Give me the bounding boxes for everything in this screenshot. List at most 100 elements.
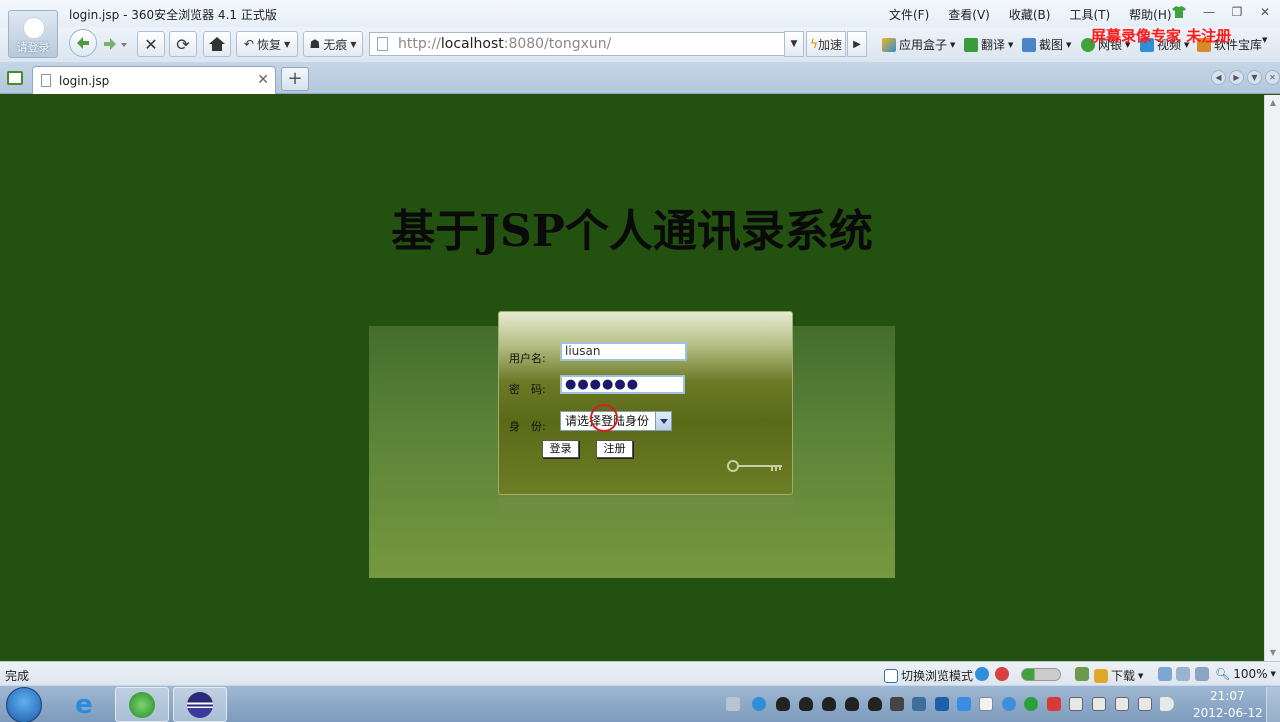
screenshot-icon (1022, 37, 1036, 52)
tray-app-icon[interactable] (1047, 697, 1061, 711)
taskbar-internet-explorer[interactable]: e (57, 687, 111, 722)
app-box-label: 应用盒子 (899, 38, 948, 52)
refresh-icon: ⟳ (176, 34, 190, 54)
scroll-up-icon[interactable]: ▲ (1265, 95, 1280, 111)
tools-icon[interactable] (1158, 667, 1172, 681)
tab-list-icon[interactable]: ▼ (1247, 70, 1262, 85)
page-info-icon[interactable] (1075, 667, 1089, 681)
address-dropdown-button[interactable]: ▼ (784, 31, 804, 57)
refresh-button[interactable]: ⟳ (169, 31, 197, 57)
translate-button[interactable]: 翻译 ▼ (964, 36, 1013, 53)
clock-date[interactable]: 2012-06-12 (1193, 706, 1263, 720)
security-icon[interactable] (995, 667, 1009, 681)
page-viewport: 基于JSP个人通讯录系统 用户名: liusan 密 码: ●●●●●● 身 份… (0, 95, 1264, 661)
browser-title-bar: login.jsp - 360安全浏览器 4.1 正式版 文件(F) 查看(V)… (0, 0, 1280, 27)
forward-button[interactable] (102, 36, 128, 55)
screenshot-button[interactable]: 截图 ▼ (1022, 36, 1071, 53)
maximize-icon[interactable]: ❐ (1228, 4, 1246, 20)
tab-login-jsp[interactable]: login.jsp ✕ (32, 66, 276, 94)
print-icon[interactable] (1176, 667, 1190, 681)
login-form: 用户名: liusan 密 码: ●●●●●● 身 份: 请选择登陆身份 登录 … (498, 311, 793, 495)
network-tray-icon[interactable] (1138, 697, 1152, 711)
download-button[interactable]: 下载 ▼ (1094, 667, 1143, 684)
ie-engine-icon[interactable] (975, 667, 989, 681)
chevron-down-icon: ▼ (350, 39, 357, 49)
clock-time[interactable]: 21:07 (1210, 689, 1245, 703)
shield-tray-icon[interactable] (957, 697, 971, 711)
eclipse-icon (187, 691, 213, 718)
play-icon: ▶ (853, 38, 861, 50)
tray-app-icon[interactable] (890, 697, 904, 711)
zoom-icon: 🔍︎ (1215, 667, 1231, 681)
minimize-icon[interactable]: — (1200, 4, 1218, 20)
menu-view[interactable]: 查看(V) (948, 6, 990, 23)
user-login-avatar[interactable]: 请登录 (8, 10, 58, 58)
new-tab-button[interactable]: + (281, 67, 309, 91)
sound-icon[interactable] (1195, 667, 1209, 681)
chevron-down-icon: ▼ (283, 39, 291, 49)
skin-icon[interactable] (1172, 6, 1186, 18)
close-window-icon[interactable]: ✕ (1256, 4, 1274, 20)
qq-tray-icon[interactable] (822, 697, 836, 711)
window-title: login.jsp - 360安全浏览器 4.1 正式版 (69, 8, 277, 22)
address-bar[interactable]: http://localhost:8080/tongxun/ (369, 32, 785, 56)
switch-mode-label: 切换浏览模式 (901, 669, 974, 683)
zoom-control[interactable]: 🔍︎ 100% ▼ (1215, 667, 1276, 681)
status-bar: 完成 切换浏览模式 下载 ▼ 🔍︎ 100% ▼ (0, 661, 1280, 685)
switch-mode-button[interactable]: 切换浏览模式 (884, 667, 973, 684)
360-tray-icon[interactable] (1024, 697, 1038, 711)
start-button[interactable] (6, 687, 42, 722)
menu-tools[interactable]: 工具(T) (1069, 6, 1110, 23)
keyboard-tray-icon[interactable] (726, 697, 740, 711)
password-input[interactable]: ●●●●●● (560, 375, 685, 394)
tab-scroll-right-icon[interactable]: ▶ (1229, 70, 1244, 85)
notepad-tray-icon[interactable] (979, 697, 993, 711)
password-label: 密 码: (509, 383, 546, 396)
tray-app-icon[interactable] (912, 697, 926, 711)
taskbar-360-browser[interactable] (115, 687, 169, 722)
sidebar-toggle-icon[interactable] (7, 71, 23, 85)
360-browser-icon (129, 691, 155, 718)
dropdown-arrow-icon[interactable] (655, 412, 671, 430)
tab-scroll-left-icon[interactable]: ◀ (1211, 70, 1226, 85)
toolbar-more-button[interactable]: ▼ (1262, 36, 1267, 44)
restore-label: 恢复 (256, 37, 281, 52)
tab-bar: login.jsp ✕ + (0, 62, 1280, 94)
register-button[interactable]: 注册 (596, 440, 633, 458)
tab-close-icon[interactable]: ✕ (257, 72, 269, 88)
flag-tray-icon[interactable] (1092, 697, 1106, 711)
tray-app-icon[interactable] (1002, 697, 1016, 711)
qq-tray-icon[interactable] (799, 697, 813, 711)
qq-tray-icon[interactable] (868, 697, 882, 711)
login-button[interactable]: 登录 (542, 440, 579, 458)
ie-tray-icon[interactable] (752, 697, 766, 711)
toggle-switch[interactable] (1021, 668, 1061, 681)
username-input[interactable]: liusan (560, 342, 687, 361)
scroll-down-icon[interactable]: ▼ (1265, 645, 1280, 661)
menu-favorites[interactable]: 收藏(B) (1009, 6, 1051, 23)
menu-file[interactable]: 文件(F) (889, 6, 929, 23)
windows-taskbar: e 21:07 2012-06-12 (0, 685, 1280, 722)
tray-app-icon[interactable] (1069, 697, 1083, 711)
qq-tray-icon[interactable] (845, 697, 859, 711)
taskbar-eclipse[interactable] (173, 687, 227, 722)
home-button[interactable] (203, 31, 231, 57)
stop-button[interactable]: ✕ (137, 31, 165, 57)
vertical-scrollbar[interactable]: ▲ ▼ (1264, 95, 1280, 661)
shield-tray-icon[interactable] (935, 697, 949, 711)
go-button[interactable]: ▶ (847, 31, 867, 57)
back-button[interactable] (69, 29, 97, 57)
menu-help[interactable]: 帮助(H) (1129, 6, 1171, 23)
restore-button[interactable]: ↶ 恢复 ▼ (236, 31, 298, 57)
url-text[interactable]: http://localhost:8080/tongxun/ (398, 36, 611, 52)
undo-icon: ↶ (243, 37, 254, 51)
incognito-button[interactable]: ☗ 无痕 ▼ (303, 31, 363, 57)
accelerate-button[interactable]: ϟ 加速 (806, 31, 846, 57)
usb-tray-icon[interactable] (1115, 697, 1129, 711)
volume-tray-icon[interactable] (1160, 697, 1174, 711)
qq-tray-icon[interactable] (776, 697, 790, 711)
tab-close-all-icon[interactable]: ✕ (1265, 70, 1280, 85)
app-box-button[interactable]: 应用盒子 ▼ (882, 36, 955, 53)
internet-explorer-icon: e (75, 689, 93, 720)
show-desktop-button[interactable] (1266, 687, 1280, 722)
